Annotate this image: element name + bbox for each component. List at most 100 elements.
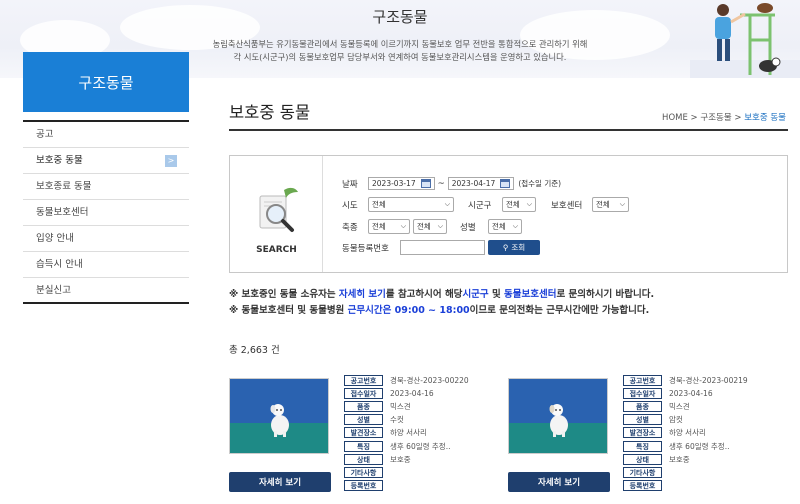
date-from-input[interactable]: 2023-03-17 [368,177,435,190]
search-label: SEARCH [256,245,297,255]
regno-input[interactable] [400,240,485,255]
center-select[interactable]: 전체 ⌵ [592,197,629,212]
calendar-icon[interactable] [420,179,431,188]
notice-text: ※ 동물보호센터 및 동물병원 [229,305,348,316]
info-value: 보호중 [669,454,690,464]
info-row: 특징 생후 60일령 추정.. [623,439,748,452]
chevron-down-icon: ⌵ [619,200,625,208]
sigungu-value: 전체 [506,200,520,209]
info-value: 생후 60일령 추정.. [669,441,730,451]
sex-select[interactable]: 전체 ⌵ [488,219,522,234]
info-tag: 등록번호 [623,479,662,491]
sido-value: 전체 [372,200,386,209]
page-title: 보호중 동물 [229,103,311,122]
info-row: 공고번호 경북-경산-2023-00220 [344,374,469,387]
info-row: 접수일자 2023-04-16 [344,387,469,400]
title-divider [229,129,788,131]
info-row: 등록번호 [623,479,748,492]
info-value: 보호중 [390,454,411,464]
info-tag: 품종 [344,401,383,413]
sigungu-select[interactable]: 전체 ⌵ [502,197,536,212]
info-tag: 상태 [623,453,662,465]
notice-text: 로 문의하시기 바랍니다. [556,289,655,300]
sidebar-item-notice[interactable]: 공고 [23,122,189,148]
sidebar-item-label: 입양 안내 [36,233,74,244]
info-row: 품종 믹스견 [344,400,469,413]
notice-text: 이므로 문의전화는 근무시간에만 가능합니다. [469,305,650,316]
info-row: 등록번호 [344,479,469,492]
animal-photo[interactable] [508,378,608,454]
info-row: 성별 수컷 [344,413,469,426]
breadcrumb-section[interactable]: 구조동물 [700,113,731,123]
sidebar-item-shelters[interactable]: 동물보호센터 [23,200,189,226]
regno-label: 동물등록번호 [342,243,389,254]
kind-select[interactable]: 전체 ⌵ [368,219,410,234]
info-value: 믹스견 [669,402,690,412]
sidebar-menu: 공고 보호중 동물 > 보호종료 동물 동물보호센터 입양 안내 습득시 안내 분… [23,120,189,304]
info-row: 성별 암컷 [623,413,748,426]
kind-label: 축종 [342,222,358,233]
info-tag: 접수일자 [623,388,662,400]
sidebar-item-protected-animals[interactable]: 보호중 동물 > [23,148,189,174]
sidebar-item-label: 공고 [36,129,54,140]
detail-button[interactable]: 자세히 보기 [508,472,610,492]
date-row: 날짜 2023-03-17 ~ 2023-04-17 (접수일 기준) [342,177,561,190]
dog-photo-icon [270,404,289,437]
breed-select[interactable]: 전체 ⌵ [413,219,447,234]
notice-hours: ※ 동물보호센터 및 동물병원 근무시간은 09:00 ~ 18:00이므로 문… [229,302,649,316]
info-value: 2023-04-16 [390,389,434,399]
info-tag: 특징 [623,440,662,452]
info-row: 특징 생후 60일령 추정.. [344,439,469,452]
info-row: 상태 보호중 [623,453,748,466]
info-tag: 품종 [623,401,662,413]
info-row: 기타사항 [344,466,469,479]
dog-photo-icon [549,404,568,437]
info-tag: 상태 [344,453,383,465]
info-row: 기타사항 [623,466,748,479]
search-emblem: SEARCH [230,156,323,272]
notice-emphasis: 동물보호센터 [504,289,557,300]
info-value: 경북-경산-2023-00219 [669,376,748,386]
breadcrumb-separator: > [690,113,698,123]
center-label: 보호센터 [551,200,583,211]
animal-card: 자세히 보기 공고번호 경북-경산-2023-00220 접수일자 2023-04-… [229,374,489,504]
search-panel: SEARCH 날짜 2023-03-17 ~ 2023-04-17 (접수일 기… [229,155,788,273]
sidebar-item-found-guide[interactable]: 습득시 안내 [23,252,189,278]
sido-label: 시도 [342,200,358,211]
info-row: 상태 보호중 [344,453,469,466]
sidebar-item-adoption-guide[interactable]: 입양 안내 [23,226,189,252]
info-value: 수컷 [390,415,404,425]
animal-photo[interactable] [229,378,329,454]
info-value: 하양 서사리 [390,428,427,438]
animal-info: 공고번호 경북-경산-2023-00220 접수일자 2023-04-16 품종 믹스… [344,374,469,492]
info-row: 품종 믹스견 [623,400,748,413]
kind-value: 전체 [372,222,386,231]
chevron-right-icon: > [165,155,177,167]
date-to-value: 2023-04-17 [451,179,496,188]
calendar-icon[interactable] [500,179,511,188]
notice-text: 및 [488,289,505,300]
sex-value: 전체 [492,222,506,231]
sidebar-item-lost-report[interactable]: 분실신고 [23,278,189,304]
breadcrumb: HOME > 구조동물 > 보호중 동물 [662,111,786,123]
search-button[interactable]: ⚲ 조회 [488,240,540,255]
info-value: 하양 서사리 [669,428,706,438]
notice-emphasis: 자세히 보기 [338,289,386,300]
sidebar-item-label: 분실신고 [36,285,71,296]
chevron-down-icon: ⌵ [526,200,532,208]
info-tag: 성별 [623,414,662,426]
sidebar-item-label: 보호종료 동물 [36,181,92,192]
sido-select[interactable]: 전체 ⌵ [368,197,454,212]
info-tag: 발견장소 [344,427,383,439]
detail-button[interactable]: 자세히 보기 [229,472,331,492]
info-value: 암컷 [669,415,683,425]
chevron-down-icon: ⌵ [437,222,443,230]
info-value: 믹스견 [390,402,411,412]
breadcrumb-home[interactable]: HOME [662,113,688,123]
sidebar-item-protection-ended[interactable]: 보호종료 동물 [23,174,189,200]
kind-row: 축종 전체 ⌵ 전체 ⌵ 성별 전체 ⌵ [342,219,522,234]
center-value: 전체 [596,200,610,209]
info-tag: 공고번호 [623,375,662,387]
date-to-input[interactable]: 2023-04-17 [447,177,515,190]
notice-emphasis: 시군구 [462,289,489,300]
